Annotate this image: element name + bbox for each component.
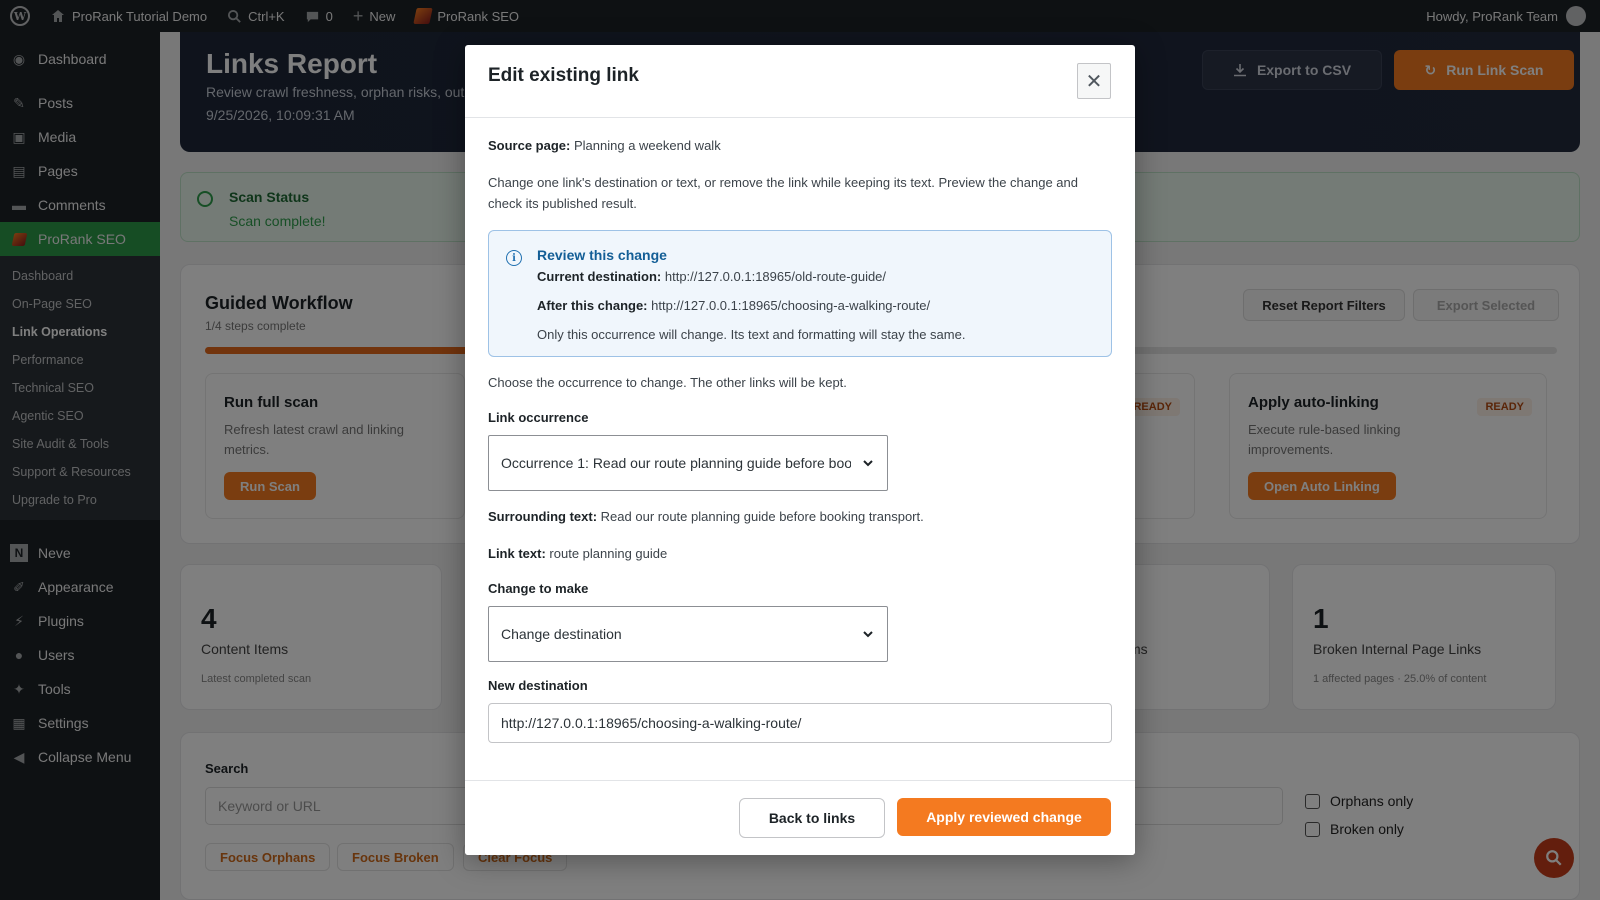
after-change-value: http://127.0.0.1:18965/choosing-a-walkin… (651, 298, 931, 314)
notice-title: Review this change (537, 247, 667, 264)
close-icon: ✕ (1085, 70, 1103, 93)
after-change: After this change: http://127.0.0.1:1896… (537, 298, 1095, 313)
source-page-label: Source page: (488, 138, 571, 153)
surrounding-text-label: Surrounding text: (488, 509, 598, 525)
apply-reviewed-change-button[interactable]: Apply reviewed change (897, 798, 1111, 836)
edit-link-modal: Edit existing link ✕ Source page: Planni… (465, 45, 1135, 855)
link-text: Link text: route planning guide (488, 544, 1112, 565)
modal-intro: Change one link's destination or text, o… (488, 174, 1078, 211)
back-to-links-button[interactable]: Back to links (739, 798, 885, 838)
change-to-make-select[interactable]: Change destination (488, 605, 888, 662)
choose-occurrence-text: Choose the occurrence to change. The oth… (488, 375, 847, 391)
source-page: Source page: Planning a weekend walk (488, 136, 1112, 157)
link-occurrence-value: Occurrence 1: Read our route planning gu… (501, 455, 851, 472)
surrounding-text: Surrounding text: Read our route plannin… (488, 507, 1112, 528)
surrounding-text-value: Read our route planning guide before boo… (600, 509, 924, 525)
notice-note: Only this occurrence will change. Its te… (537, 327, 966, 343)
close-button[interactable]: ✕ (1077, 63, 1111, 99)
info-icon: i (506, 250, 522, 267)
new-destination-input[interactable]: http://127.0.0.1:18965/choosing-a-walkin… (488, 702, 1112, 743)
current-destination-value: http://127.0.0.1:18965/old-route-guide/ (664, 269, 887, 285)
link-occurrence-select[interactable]: Occurrence 1: Read our route planning gu… (488, 435, 888, 492)
modal-title: Edit existing link (488, 65, 639, 86)
modal-header: Edit existing link ✕ (465, 45, 1135, 118)
link-occurrence-label: Link occurrence (488, 410, 589, 426)
new-destination-label: New destination (488, 677, 588, 693)
modal-footer: Back to links Apply reviewed change (465, 780, 1135, 855)
current-destination-label: Current destination: (537, 269, 662, 285)
current-destination: Current destination: http://127.0.0.1:18… (537, 269, 1095, 284)
link-text-value: route planning guide (549, 545, 668, 561)
modal-body: Source page: Planning a weekend walk Cha… (465, 118, 1135, 743)
review-notice: i Review this change Current destination… (488, 230, 1112, 358)
chevron-down-icon (863, 460, 873, 467)
change-to-make-value: Change destination (501, 625, 622, 642)
change-to-make-label: Change to make (488, 580, 589, 596)
link-text-label: Link text: (488, 545, 546, 561)
chevron-down-icon (863, 631, 873, 638)
after-change-label: After this change: (537, 298, 648, 314)
source-page-value: Planning a weekend walk (573, 138, 721, 153)
